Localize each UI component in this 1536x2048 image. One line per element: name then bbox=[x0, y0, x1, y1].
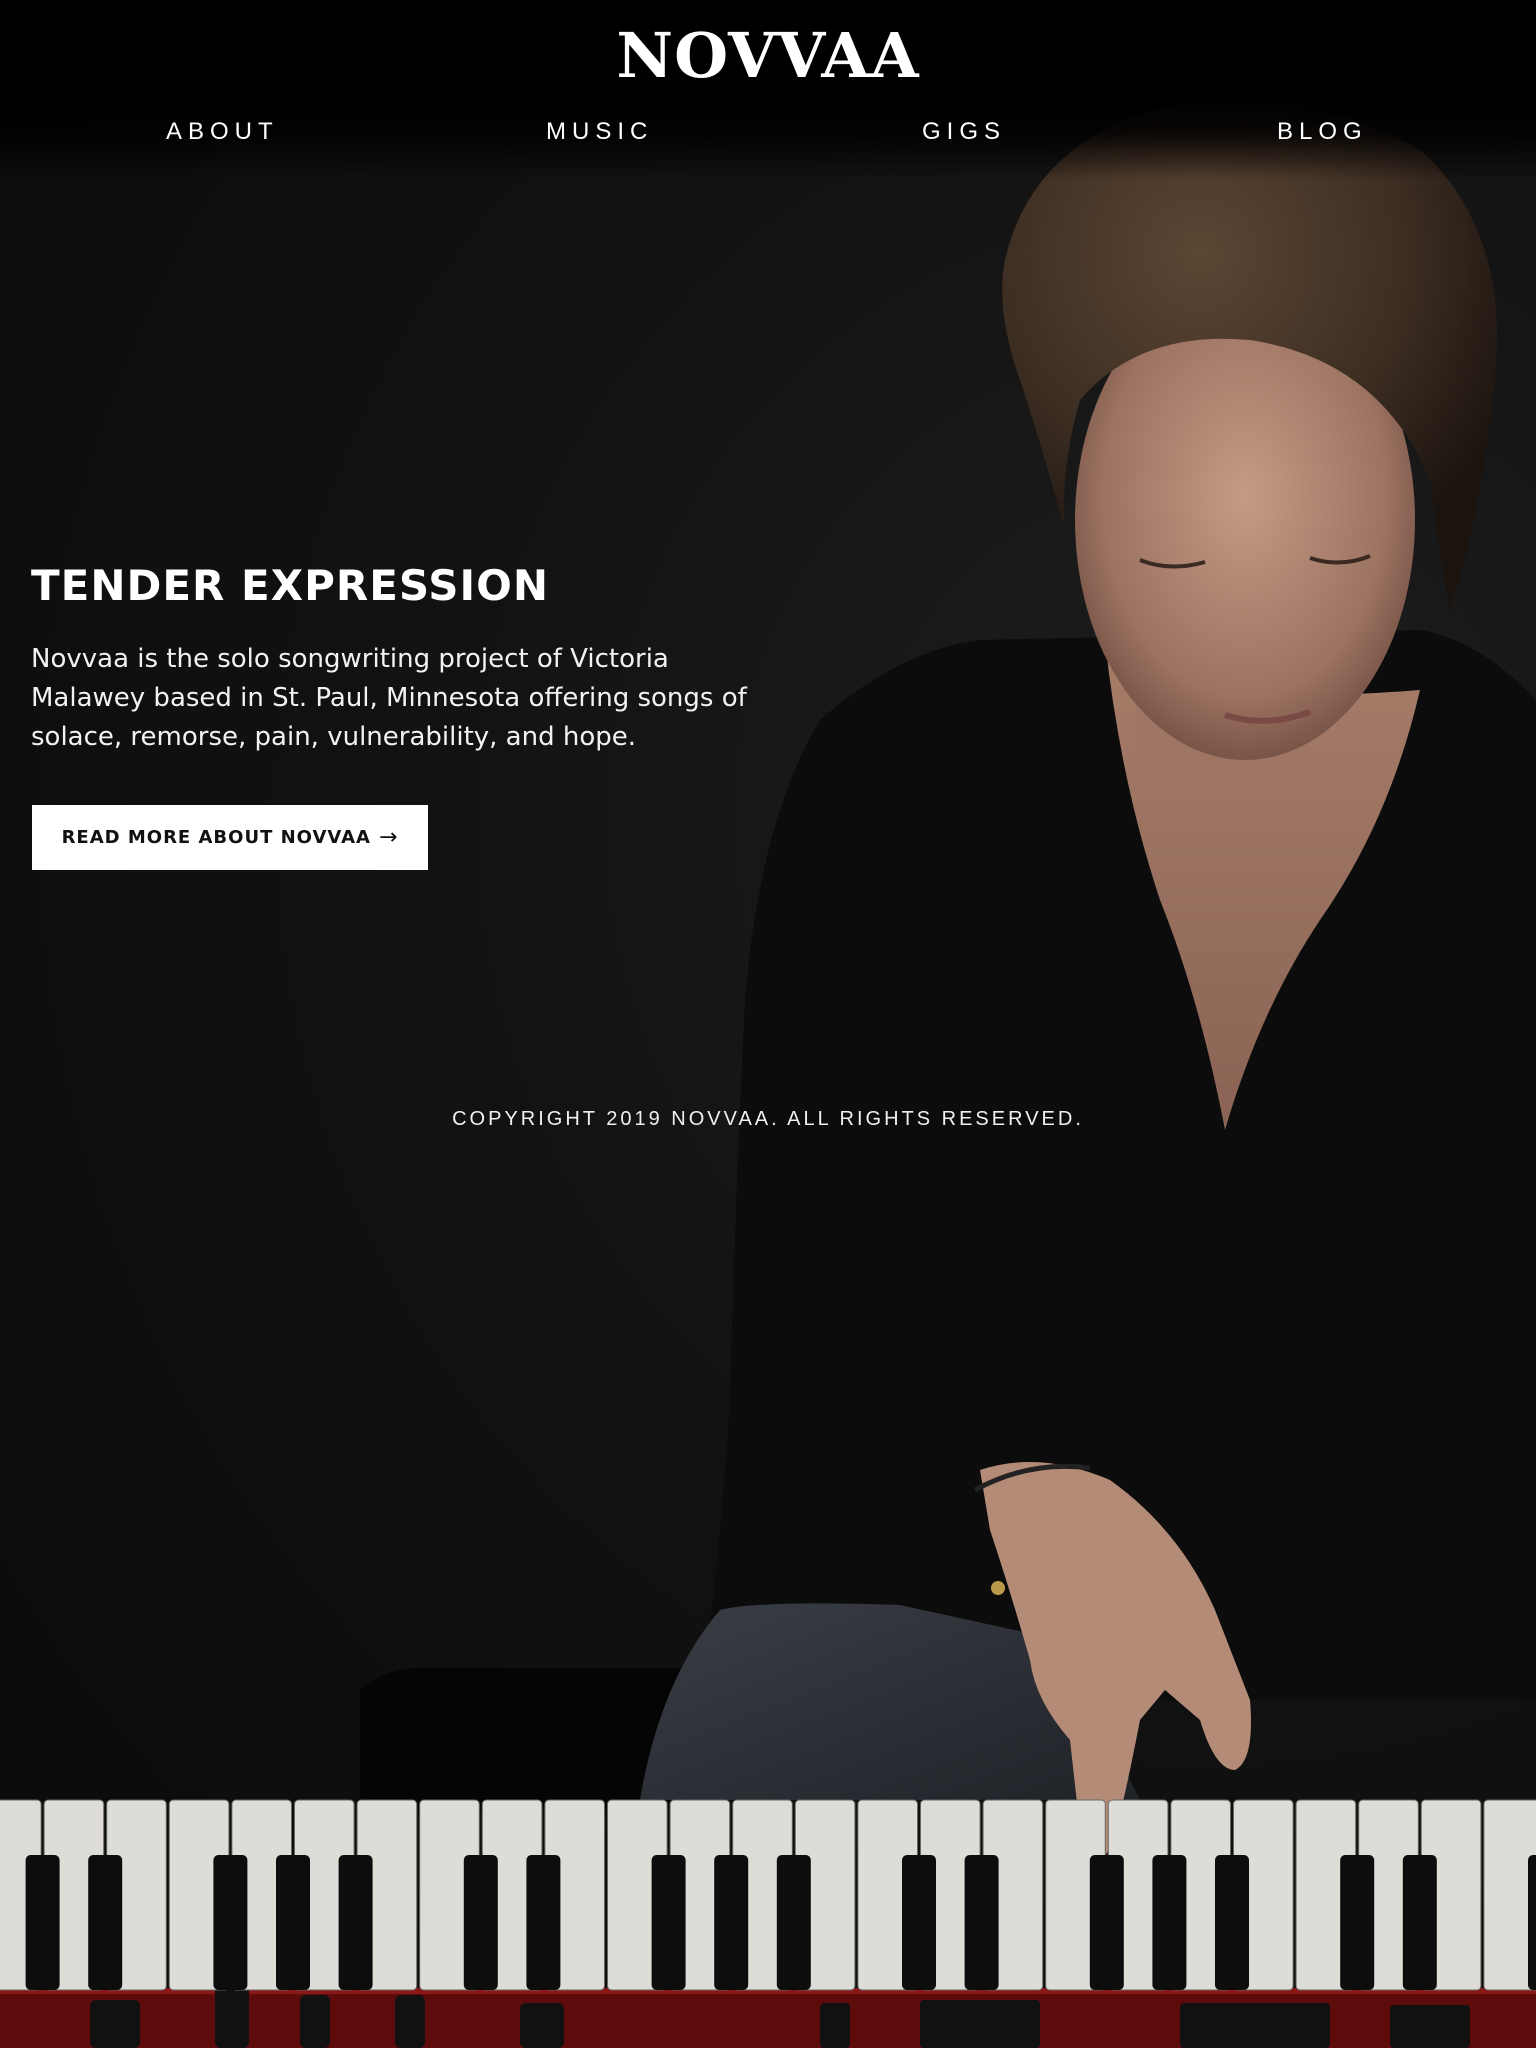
site-logo[interactable]: NOVVAA bbox=[0, 20, 1536, 92]
hero-title: TENDER EXPRESSION bbox=[31, 561, 549, 610]
read-more-button-label: READ MORE ABOUT NOVVAA bbox=[61, 827, 371, 848]
main-nav: ABOUT MUSIC GIGS BLOG bbox=[0, 118, 1536, 158]
nav-item-about[interactable]: ABOUT bbox=[166, 118, 279, 146]
nav-item-blog[interactable]: BLOG bbox=[1277, 118, 1368, 146]
read-more-button[interactable]: READ MORE ABOUT NOVVAA → bbox=[32, 805, 428, 870]
hero-background-photo bbox=[0, 101, 1536, 2048]
site-header: NOVVAA ABOUT MUSIC GIGS BLOG bbox=[0, 0, 1536, 180]
piano-keyboard-image bbox=[0, 1799, 1536, 1991]
nav-item-music[interactable]: MUSIC bbox=[546, 118, 653, 146]
page: NOVVAA ABOUT MUSIC GIGS BLOG TENDER EXPR… bbox=[0, 0, 1536, 2048]
copyright-text: COPYRIGHT 2019 NOVVAA. ALL RIGHTS RESERV… bbox=[452, 1108, 1084, 1130]
hero-description: Novvaa is the solo songwriting project o… bbox=[31, 644, 747, 752]
nav-item-gigs[interactable]: GIGS bbox=[922, 118, 1006, 146]
arrow-right-icon: → bbox=[379, 825, 399, 850]
